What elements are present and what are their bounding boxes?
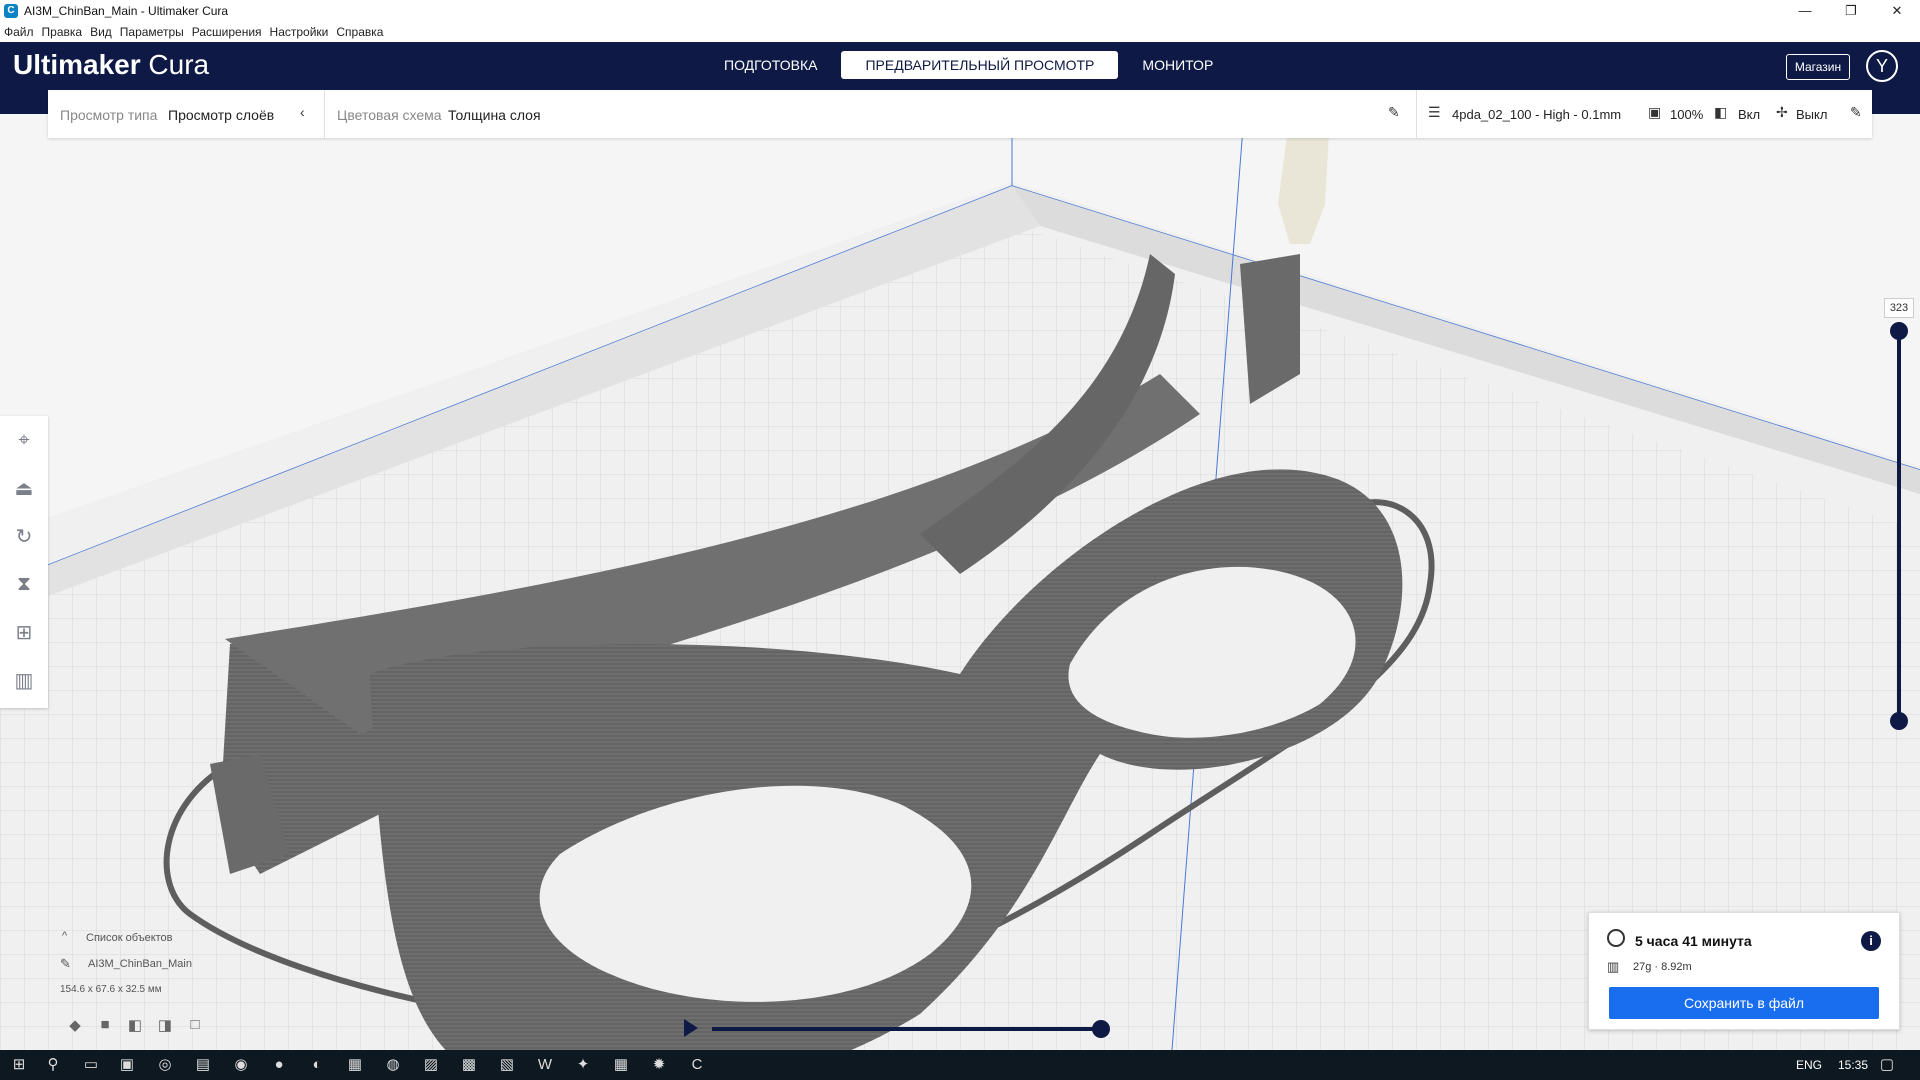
menu-file[interactable]: Файл xyxy=(4,25,34,39)
path-slider-handle[interactable] xyxy=(1092,1020,1110,1038)
start-icon[interactable]: ⊞ xyxy=(8,1054,30,1076)
marketplace-button[interactable]: Магазин xyxy=(1786,54,1850,80)
pencil-icon: ✎ xyxy=(60,956,71,971)
profile-icon: ☰ xyxy=(1428,104,1441,120)
ultimaker-cura-logo: Ultimaker Cura xyxy=(13,49,210,80)
menu-view[interactable]: Вид xyxy=(90,25,112,39)
adhesion-icon: ✢ xyxy=(1776,104,1788,120)
taskbar-clock[interactable]: 15:35 xyxy=(1838,1058,1868,1072)
layer-slider-top-handle[interactable] xyxy=(1890,322,1908,340)
word-icon[interactable]: W xyxy=(534,1054,556,1076)
object-dimensions: 154.6 x 67.6 x 32.5 мм xyxy=(60,984,162,995)
view-type-dropdown[interactable]: Просмотр слоёв xyxy=(168,107,274,123)
app-icon[interactable]: ✦ xyxy=(572,1054,594,1076)
language-indicator[interactable]: ENG xyxy=(1796,1058,1822,1072)
windows-taskbar: ⊞ ⚲ ▭ ▣ ◎ ▤ ◉ ● ◐ ▦ ◍ ▨ ▩ ▧ W ✦ ▦ ✹ C EN… xyxy=(0,1050,1920,1080)
right-view-icon[interactable]: □ xyxy=(180,1016,210,1036)
app-icon[interactable]: ▨ xyxy=(420,1054,442,1076)
build-plate-scene[interactable] xyxy=(0,114,1920,1050)
scale-tool-icon[interactable]: ⏏ xyxy=(0,464,48,512)
per-model-settings-icon[interactable]: ⊞ xyxy=(0,608,48,656)
app-icon[interactable]: ◉ xyxy=(230,1054,252,1076)
top-view-icon[interactable]: ◧ xyxy=(120,1016,150,1036)
tab-monitor[interactable]: МОНИТОР xyxy=(1118,51,1237,79)
pencil-icon[interactable]: ✎ xyxy=(1850,104,1862,121)
print-info-panel: 5 часа 41 минута i ▥ 27g · 8.92m Сохрани… xyxy=(1588,912,1900,1030)
material-usage: 27g · 8.92m xyxy=(1633,961,1692,973)
app-icon[interactable]: ▦ xyxy=(344,1054,366,1076)
cura-app-icon: C xyxy=(4,4,18,18)
window-title-bar: C AI3M_ChinBan_Main - Ultimaker Cura — ❐… xyxy=(0,0,1920,22)
divider xyxy=(324,90,325,138)
layer-slider-bottom-handle[interactable] xyxy=(1890,712,1908,730)
view-type-label: Просмотр типа xyxy=(60,107,158,123)
chevron-up-icon[interactable]: ^ xyxy=(62,930,67,942)
infill-icon: ▣ xyxy=(1648,104,1662,120)
window-controls: — ❐ ✕ xyxy=(1782,0,1920,22)
menu-extensions[interactable]: Расширения xyxy=(192,25,262,39)
file-explorer-icon[interactable]: ▭ xyxy=(80,1054,102,1076)
calculator-icon[interactable]: ▦ xyxy=(610,1054,632,1076)
chevron-left-icon[interactable]: ‹ xyxy=(300,104,305,120)
filament-icon: ▥ xyxy=(1607,959,1620,974)
infill-value[interactable]: 100% xyxy=(1670,107,1703,122)
store-icon[interactable]: ▣ xyxy=(116,1054,138,1076)
app-icon[interactable]: ▧ xyxy=(496,1054,518,1076)
menu-help[interactable]: Справка xyxy=(336,25,383,39)
stage-tabs: ПОДГОТОВКА ПРЕДВАРИТЕЛЬНЫЙ ПРОСМОТР МОНИ… xyxy=(700,51,1237,79)
cura-icon[interactable]: C xyxy=(686,1054,708,1076)
rotate-tool-icon[interactable]: ↻ xyxy=(0,512,48,560)
view-settings-bar: Просмотр типа Просмотр слоёв ‹ Цветовая … xyxy=(48,90,1872,138)
app-icon[interactable]: ◎ xyxy=(154,1054,176,1076)
menu-preferences[interactable]: Настройки xyxy=(270,25,329,39)
menu-settings[interactable]: Параметры xyxy=(120,25,184,39)
app-icon[interactable]: ◐ xyxy=(306,1054,328,1076)
search-icon[interactable]: ⚲ xyxy=(42,1054,64,1076)
notification-icon[interactable]: ▢ xyxy=(1876,1054,1898,1076)
left-toolbar: ⌖ ⏏ ↻ ⧗ ⊞ ▥ xyxy=(0,416,48,708)
app-icon[interactable]: ● xyxy=(268,1054,290,1076)
chrome-icon[interactable]: ◍ xyxy=(382,1054,404,1076)
tab-prepare[interactable]: ПОДГОТОВКА xyxy=(700,51,841,79)
print-time: 5 часа 41 минута xyxy=(1635,933,1752,949)
window-title: AI3M_ChinBan_Main - Ultimaker Cura xyxy=(24,4,229,18)
app-icon[interactable]: ▩ xyxy=(458,1054,480,1076)
color-scheme-label: Цветовая схема xyxy=(337,107,442,123)
support-blocker-icon[interactable]: ▥ xyxy=(0,656,48,704)
divider xyxy=(1416,90,1417,138)
close-button[interactable]: ✕ xyxy=(1874,0,1920,22)
left-view-icon[interactable]: ◨ xyxy=(150,1016,180,1036)
save-to-file-button[interactable]: Сохранить в файл xyxy=(1609,987,1879,1019)
menu-bar: Файл Правка Вид Параметры Расширения Нас… xyxy=(0,22,1920,42)
support-value[interactable]: Вкл xyxy=(1738,107,1760,122)
maximize-button[interactable]: ❐ xyxy=(1828,0,1874,22)
3d-viewport[interactable] xyxy=(0,114,1920,1050)
object-list-header[interactable]: Список объектов xyxy=(86,932,173,944)
tab-preview[interactable]: ПРЕДВАРИТЕЛЬНЫЙ ПРОСМОТР xyxy=(841,51,1119,79)
info-icon[interactable]: i xyxy=(1861,931,1881,951)
support-icon: ◧ xyxy=(1714,104,1728,120)
adhesion-value[interactable]: Выкл xyxy=(1796,107,1827,122)
menu-edit[interactable]: Правка xyxy=(42,25,83,39)
object-name[interactable]: AI3M_ChinBan_Main xyxy=(88,958,192,970)
clock-icon xyxy=(1607,929,1625,947)
pencil-icon[interactable]: ✎ xyxy=(1388,104,1400,121)
layer-number[interactable]: 323 xyxy=(1884,298,1914,318)
mirror-tool-icon[interactable]: ⧗ xyxy=(0,560,48,608)
blender-icon[interactable]: ✹ xyxy=(648,1054,670,1076)
move-tool-icon[interactable]: ⌖ xyxy=(0,416,48,464)
print-profile-selector[interactable]: 4pda_02_100 - High - 0.1mm xyxy=(1452,107,1621,122)
app-icon[interactable]: ▤ xyxy=(192,1054,214,1076)
color-scheme-dropdown[interactable]: Толщина слоя xyxy=(448,107,541,123)
account-avatar[interactable]: Y xyxy=(1866,50,1898,82)
play-icon[interactable] xyxy=(684,1019,698,1037)
camera-view-buttons: ◆ ■ ◧ ◨ □ xyxy=(60,1016,210,1036)
3d-view-icon[interactable]: ◆ xyxy=(60,1016,90,1036)
front-view-icon[interactable]: ■ xyxy=(90,1016,120,1036)
minimize-button[interactable]: — xyxy=(1782,0,1828,22)
layer-slider-track[interactable] xyxy=(1897,330,1901,720)
path-slider-track[interactable] xyxy=(712,1027,1102,1031)
